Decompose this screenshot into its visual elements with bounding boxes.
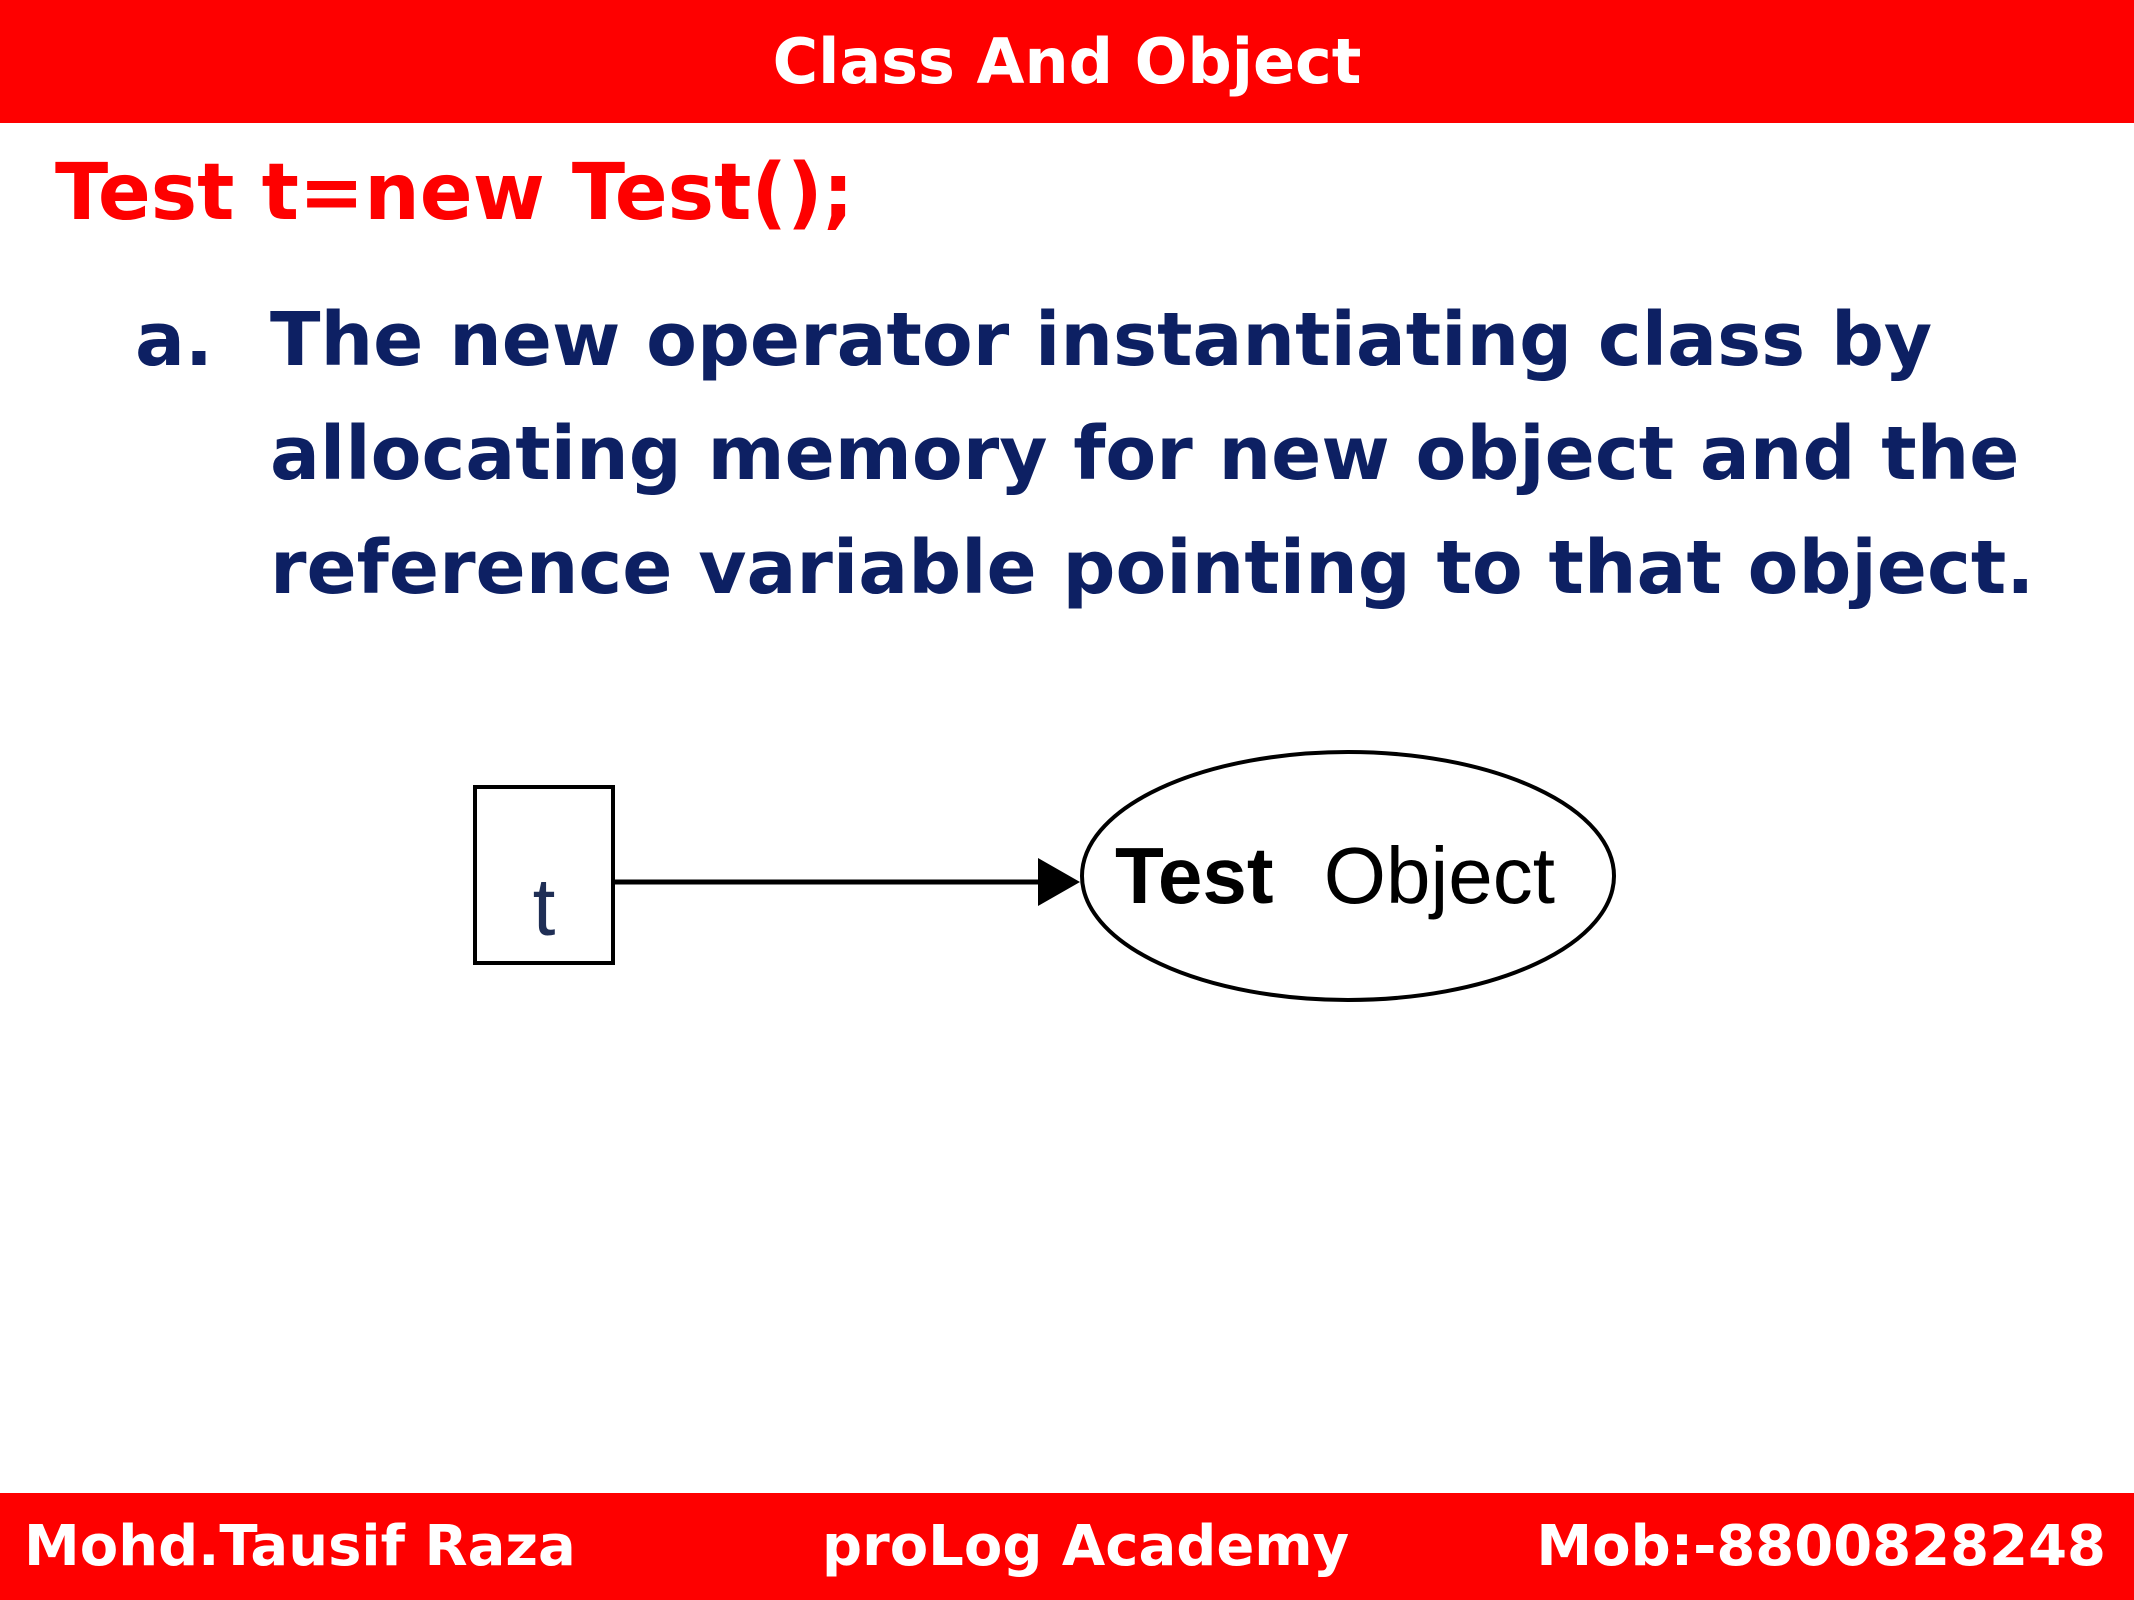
reference-diagram: t Test Object <box>460 740 1640 1020</box>
bullet-text-line-2: allocating memory for new object and the <box>270 411 2020 497</box>
slide: Class And Object Test t=new Test(); a. T… <box>0 0 2134 1600</box>
bullet-text: The new operator instantiating class by … <box>270 283 2035 625</box>
code-statement: Test t=new Test(); <box>55 148 854 238</box>
object-label-word: Object <box>1324 831 1555 920</box>
arrow-head <box>1038 858 1080 906</box>
diagram-svg: t Test Object <box>473 750 1616 1002</box>
footer-author: Mohd.Tausif Raza <box>24 1514 576 1579</box>
object-label: Test Object <box>1115 831 1555 920</box>
bullet-text-line-3: reference variable pointing to that obje… <box>270 525 2035 611</box>
bullet-text-line-1: The new operator instantiating class by <box>270 297 1933 383</box>
reference-label: t <box>533 862 556 953</box>
bullet-point-a: a. The new operator instantiating class … <box>135 283 2035 625</box>
header-bar: Class And Object <box>0 0 2134 123</box>
footer-academy: proLog Academy <box>822 1514 1350 1579</box>
slide-title: Class And Object <box>772 25 1362 98</box>
bullet-marker: a. <box>135 297 214 383</box>
object-label-class: Test <box>1115 831 1274 920</box>
footer-mobile: Mob:-8800828248 <box>1536 1514 2106 1579</box>
footer-bar: Mohd.Tausif Raza proLog Academy Mob:-880… <box>0 1493 2134 1600</box>
